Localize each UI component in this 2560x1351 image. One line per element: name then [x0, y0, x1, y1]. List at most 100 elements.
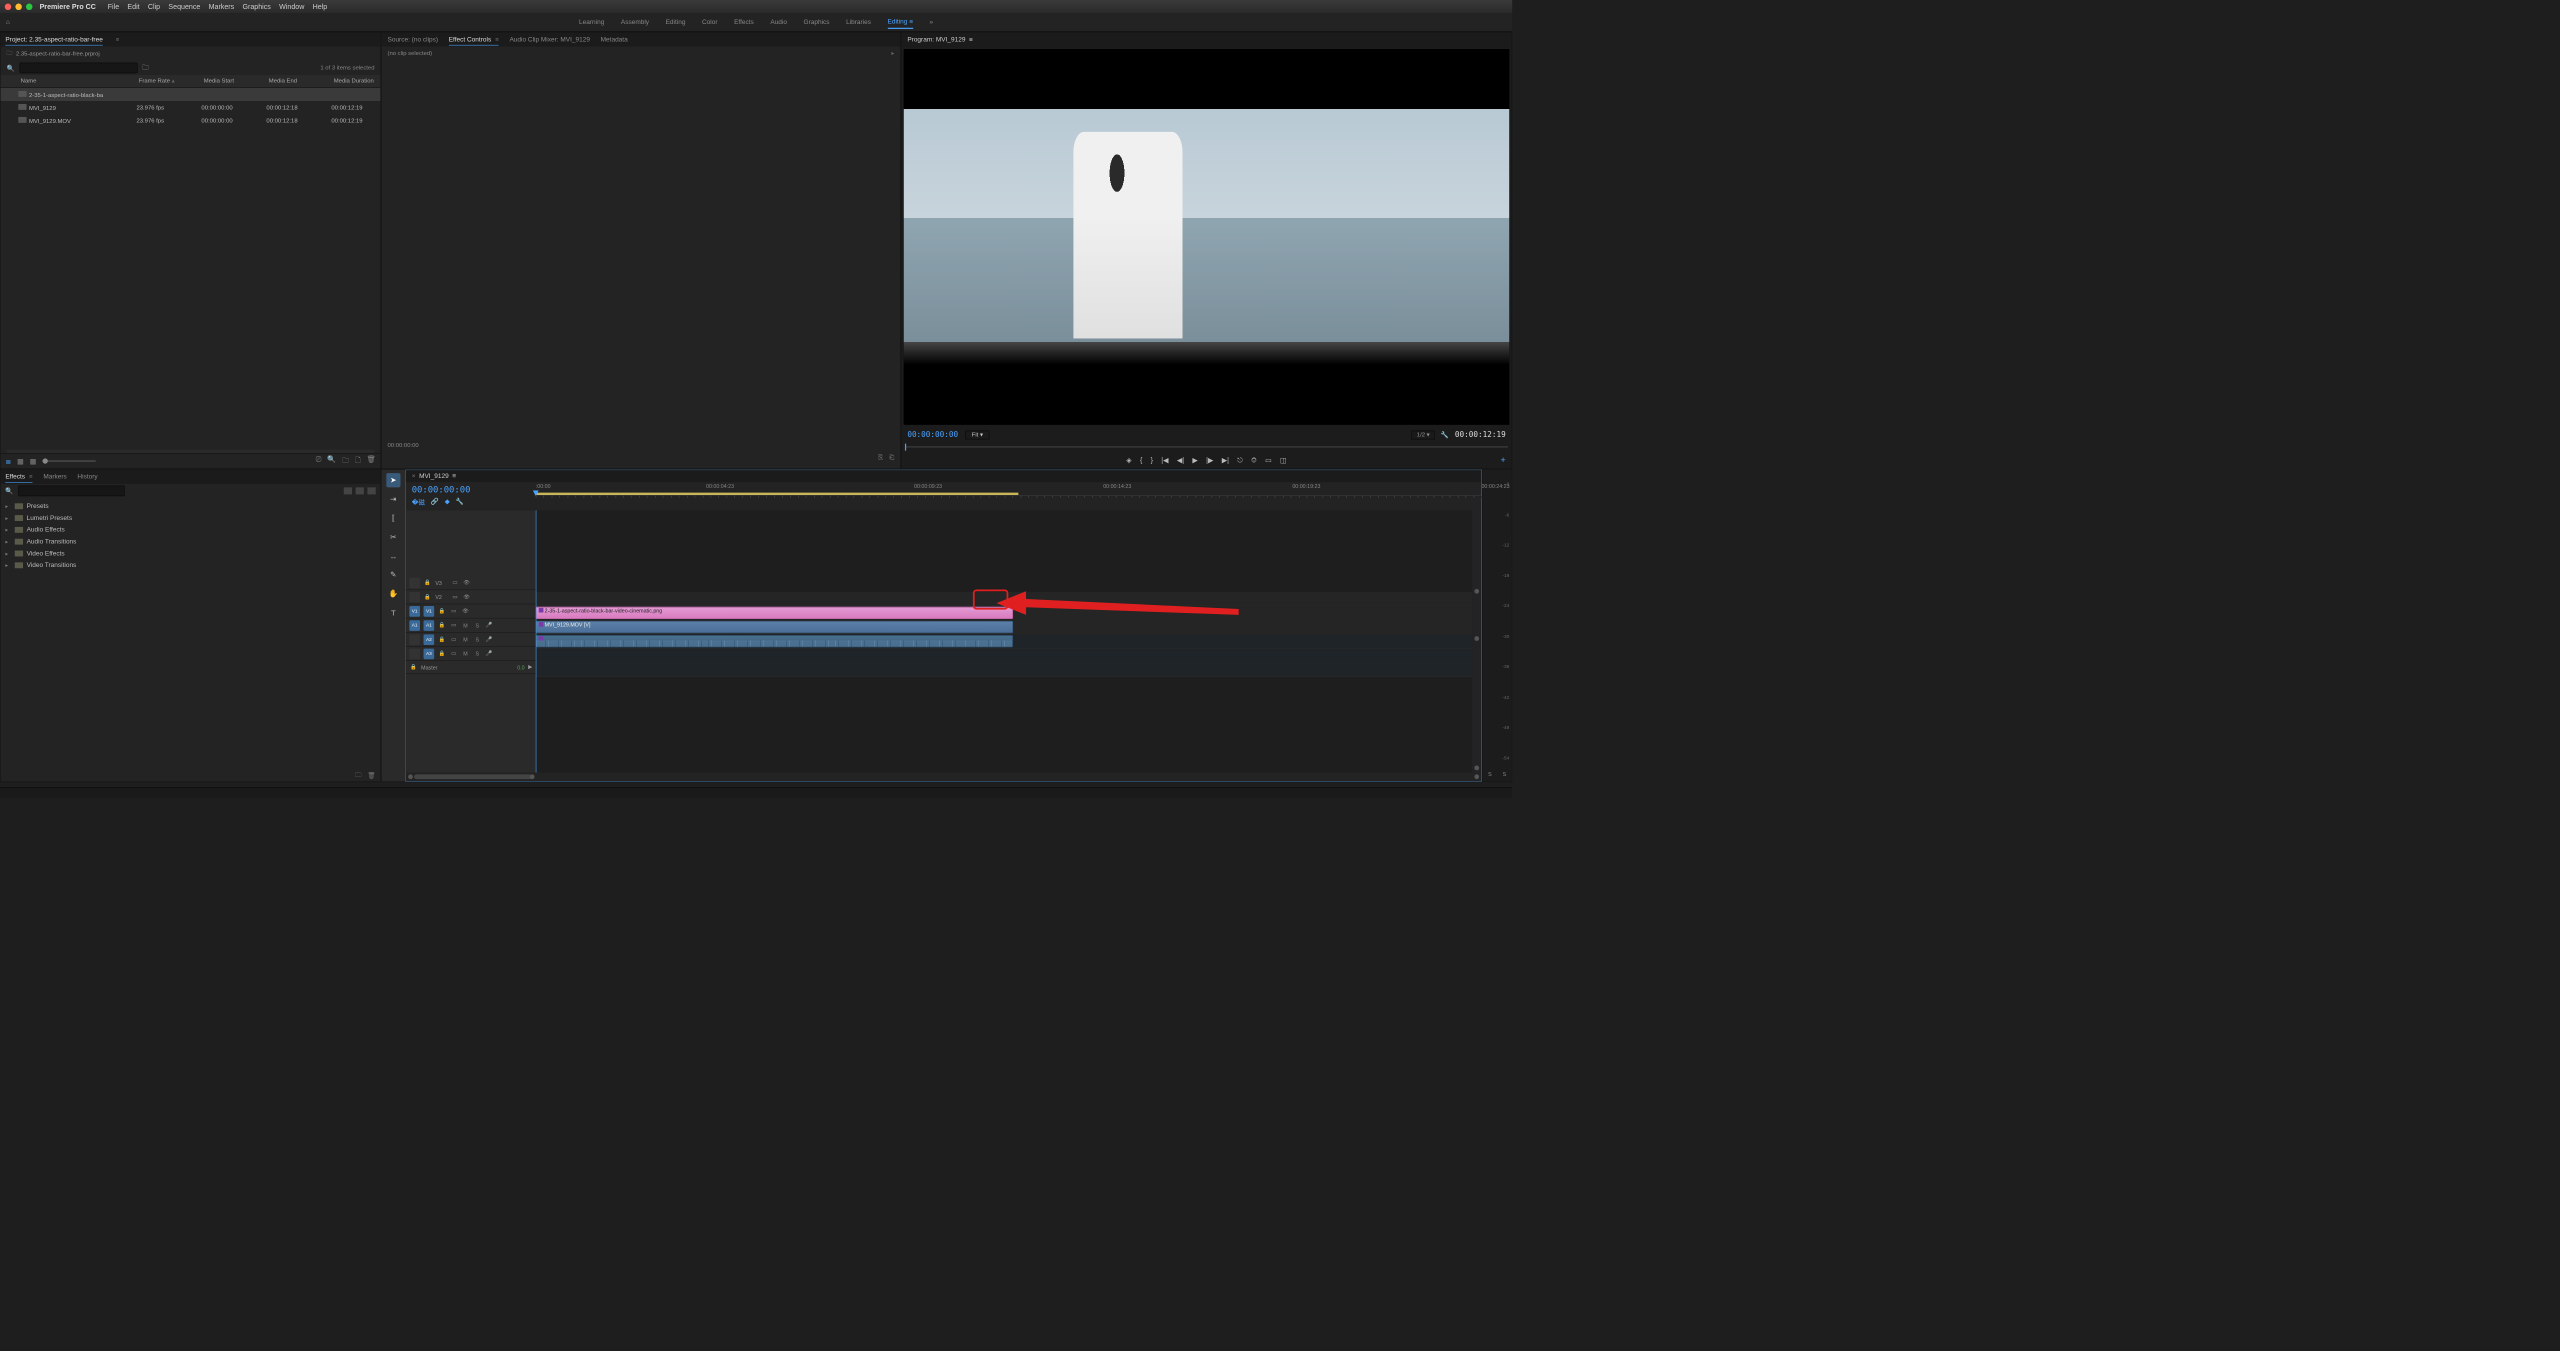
list-view-button[interactable]: ≣: [5, 457, 11, 465]
add-marker-toggle[interactable]: ◆: [445, 497, 450, 506]
playhead-line[interactable]: [536, 510, 537, 772]
project-row[interactable]: MVI_9129.MOV 23.976 fps 00:00:00:00 00:0…: [1, 114, 381, 127]
workspace-libraries[interactable]: Libraries: [846, 16, 871, 28]
solo-button[interactable]: S: [473, 621, 481, 629]
effects-tab[interactable]: Effects ≡: [5, 471, 32, 482]
yuv-fx-icon[interactable]: [367, 487, 375, 494]
col-mediastart[interactable]: Media Start: [201, 78, 266, 84]
ripple-edit-tool[interactable]: ⟦: [386, 511, 400, 525]
target-patch[interactable]: V1: [424, 606, 435, 617]
effects-folder[interactable]: ▸Video Transitions: [5, 559, 375, 571]
solo-button[interactable]: S: [473, 635, 481, 643]
project-item-list[interactable]: 2-35-1-aspect-ratio-black-ba MVI_9129 23…: [1, 88, 381, 450]
selection-tool[interactable]: ➤: [386, 473, 400, 487]
insert-icon[interactable]: ⎘: [878, 454, 883, 468]
mute-button[interactable]: M: [461, 621, 469, 629]
lock-icon[interactable]: 🔒: [409, 663, 417, 671]
solo-right-icon[interactable]: S: [1503, 771, 1507, 777]
solo-button[interactable]: S: [473, 650, 481, 658]
effects-folder[interactable]: ▸Presets: [5, 500, 375, 512]
track-header-v1[interactable]: V1 V1 🔒 ▭ 👁: [406, 604, 536, 618]
track-lane[interactable]: [536, 663, 1472, 677]
filter-bin-icon[interactable]: 🗀: [142, 62, 148, 73]
toggle-track-output-icon[interactable]: ▭: [450, 607, 458, 615]
sync-lock-icon[interactable]: ▭: [450, 635, 458, 643]
lock-icon[interactable]: 🔒: [424, 579, 432, 587]
add-marker-button[interactable]: ◈: [1126, 456, 1131, 464]
workspace-editing-active[interactable]: Editing ≡: [888, 16, 913, 29]
freeform-view-button[interactable]: ▦: [30, 457, 37, 465]
lock-icon[interactable]: 🔒: [438, 635, 446, 643]
voiceover-icon[interactable]: 🎤: [485, 635, 493, 643]
go-to-out-button[interactable]: ▶|: [1222, 456, 1229, 464]
new-item-button[interactable]: 🗋: [355, 455, 361, 467]
effects-search-input[interactable]: [18, 486, 124, 497]
metadata-tab[interactable]: Metadata: [601, 34, 628, 45]
step-back-button[interactable]: ◀|: [1177, 456, 1184, 464]
project-row[interactable]: 2-35-1-aspect-ratio-black-ba: [1, 88, 381, 101]
source-patch[interactable]: [409, 634, 420, 645]
markers-tab[interactable]: Markers: [43, 471, 66, 482]
program-scrub-bar[interactable]: [905, 442, 1508, 451]
project-row[interactable]: MVI_9129 23.976 fps 00:00:00:00 00:00:12…: [1, 101, 381, 114]
voiceover-icon[interactable]: 🎤: [485, 650, 493, 658]
target-patch[interactable]: A3: [424, 648, 435, 659]
col-mediadur[interactable]: Media Duration: [331, 78, 381, 84]
workspace-overflow-icon[interactable]: »: [930, 19, 934, 26]
menu-sequence[interactable]: Sequence: [168, 2, 200, 10]
history-tab[interactable]: History: [77, 471, 97, 482]
menu-window[interactable]: Window: [279, 2, 304, 10]
effects-folder[interactable]: ▸Audio Transitions: [5, 536, 375, 548]
mark-in-button[interactable]: {: [1140, 456, 1142, 464]
track-header-a1[interactable]: A1 A1 🔒 ▭ M S 🎤: [406, 619, 536, 633]
toggle-track-output-icon[interactable]: ▭: [451, 579, 459, 587]
timeline-toggle-chevron[interactable]: ▸: [891, 50, 894, 439]
timeline-vscroll[interactable]: [1472, 510, 1481, 772]
minimize-window-button[interactable]: [15, 3, 21, 9]
effects-folder[interactable]: ▸Video Effects: [5, 548, 375, 560]
project-tab[interactable]: Project: 2.35-aspect-ratio-bar-free: [5, 34, 103, 45]
menu-graphics[interactable]: Graphics: [242, 2, 270, 10]
lock-icon[interactable]: 🔒: [438, 607, 446, 615]
workspace-graphics[interactable]: Graphics: [804, 16, 830, 28]
track-lane[interactable]: [536, 634, 1472, 648]
effect-controls-tab[interactable]: Effect Controls ≡: [449, 34, 499, 45]
new-bin-button[interactable]: 🗀: [342, 455, 349, 467]
track-header-v2[interactable]: 🔒 V2 ▭ 👁: [406, 590, 536, 604]
lock-icon[interactable]: 🔒: [424, 593, 432, 601]
mute-button[interactable]: M: [461, 635, 469, 643]
target-patch[interactable]: A1: [424, 620, 435, 631]
home-icon[interactable]: ⌂: [6, 19, 10, 26]
workspace-assembly[interactable]: Assembly: [621, 16, 649, 28]
source-patch[interactable]: [409, 578, 420, 589]
timeline-clip[interactable]: MVI_9129.MOV [V]: [536, 621, 1013, 633]
zoom-window-button[interactable]: [26, 3, 32, 9]
type-tool[interactable]: T: [386, 605, 400, 619]
track-lane[interactable]: [536, 592, 1472, 606]
timeline-timecode[interactable]: 00:00:00:00: [412, 484, 530, 495]
col-name[interactable]: Name: [18, 78, 136, 84]
icon-view-button[interactable]: ▦: [17, 457, 24, 465]
find-button[interactable]: 🔍: [327, 455, 336, 467]
panel-menu-icon[interactable]: ≡: [116, 36, 119, 42]
program-timecode-current[interactable]: 00:00:00:00: [907, 430, 958, 439]
track-header-a2[interactable]: A2 🔒 ▭ M S 🎤: [406, 633, 536, 647]
extract-button[interactable]: ⎊: [1251, 456, 1257, 465]
eye-icon[interactable]: 👁: [461, 607, 469, 615]
sequence-tab[interactable]: MVI_9129: [419, 473, 449, 480]
sync-lock-icon[interactable]: ▭: [450, 621, 458, 629]
comparison-view-button[interactable]: ◫: [1280, 456, 1287, 464]
source-tab[interactable]: Source: (no clips): [387, 34, 438, 45]
workspace-learning[interactable]: Learning: [579, 16, 604, 28]
mark-out-button[interactable]: }: [1151, 456, 1153, 464]
effects-folder[interactable]: ▸Lumetri Presets: [5, 512, 375, 524]
step-forward-button[interactable]: |▶: [1206, 456, 1213, 464]
delete-button[interactable]: 🗑: [367, 455, 376, 467]
expand-icon[interactable]: ▶: [528, 664, 532, 670]
track-lane[interactable]: MVI_9129.MOV [V]: [536, 620, 1472, 634]
col-mediaend[interactable]: Media End: [266, 78, 331, 84]
target-patch[interactable]: A2: [424, 634, 435, 645]
pen-tool[interactable]: ✎: [386, 568, 400, 582]
source-patch[interactable]: A1: [409, 620, 420, 631]
timeline-ruler[interactable]: :00:0000:00:04:2300:00:09:2300:00:14:230…: [536, 482, 1482, 510]
